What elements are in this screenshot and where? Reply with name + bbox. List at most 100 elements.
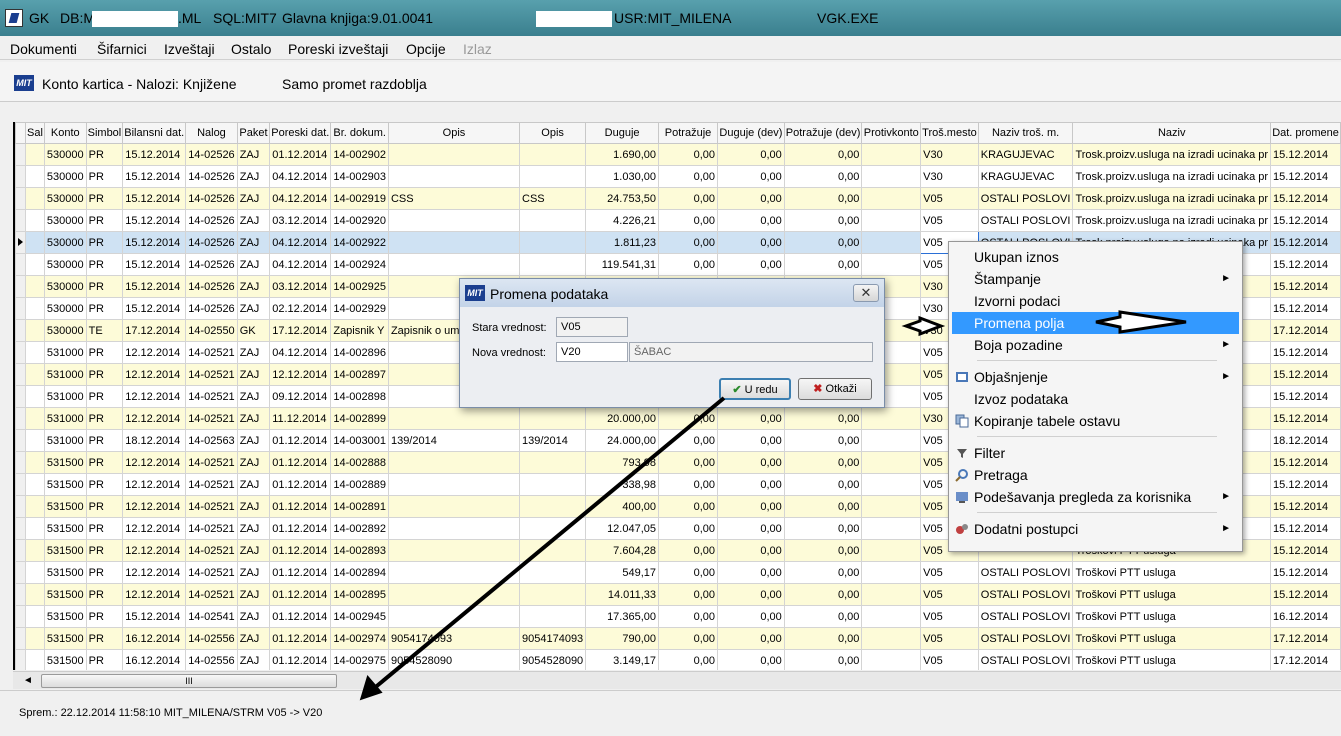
cell-potrdev[interactable]: 0,00 [783,649,863,670]
cell-brdok[interactable]: 14-002889 [330,473,389,496]
cell-duguje[interactable]: 3.149,17 [585,649,659,670]
cell-naziv[interactable]: Trosk.proizv.usluga na izradi ucinaka pr [1072,187,1272,210]
row-indicator[interactable] [15,143,26,166]
cell-dugdev[interactable]: 0,00 [717,627,785,650]
cell-datp[interactable]: 15.12.2014 [1270,473,1341,496]
row-indicator[interactable] [15,539,26,562]
cell-duguje[interactable]: 14.011,33 [585,583,659,606]
cell-paket[interactable]: ZAJ [236,363,271,386]
cell-datp[interactable]: 18.12.2014 [1270,429,1341,452]
cell-datp[interactable]: 15.12.2014 [1270,341,1341,364]
cell-dugdev[interactable]: 0,00 [717,451,785,474]
cell-simbol[interactable]: PR [85,187,124,210]
cell-dugdev[interactable]: 0,00 [717,539,785,562]
cell-paket[interactable]: ZAJ [236,143,271,166]
column-header[interactable]: Protivkonto [861,122,922,144]
menu-item-ukupan-iznos[interactable]: Ukupan iznos [952,246,1239,268]
cell-simbol[interactable]: PR [85,429,124,452]
cell-pdat[interactable]: 01.12.2014 [269,649,332,670]
cell-potr[interactable]: 0,00 [657,649,719,670]
column-header[interactable]: Potražuje [657,122,719,144]
ok-button[interactable]: ✔ U redu [719,378,791,400]
cell-paket[interactable]: ZAJ [236,385,271,408]
row-indicator[interactable] [15,429,26,452]
cell-duguje[interactable]: 338,98 [585,473,659,496]
cell-dugdev[interactable]: 0,00 [717,187,785,210]
cell-brdok[interactable]: 14-002925 [330,275,389,298]
column-header[interactable]: Naziv troš. m. [977,122,1074,144]
cell-paket[interactable]: ZAJ [236,297,271,320]
table-row[interactable]: 530000 PR 15.12.2014 14-02526 ZAJ 01.12.2014 1… [15,143,1341,166]
cell-trosm[interactable]: V05 [920,605,979,628]
menu-item-filter[interactable]: Filter [952,442,1239,464]
cell-duguje[interactable]: 24.753,50 [585,187,659,210]
cell-trosm[interactable]: V05 [920,561,979,584]
cell-opis2[interactable] [518,561,587,584]
cell-bdat[interactable]: 15.12.2014 [122,165,187,188]
cell-opis1[interactable]: CSS [387,187,521,210]
cell-brdok[interactable]: 14-002945 [330,605,389,628]
cell-sal[interactable] [25,583,45,606]
cell-datp[interactable]: 15.12.2014 [1270,517,1341,540]
cell-duguje[interactable]: 17.365,00 [585,605,659,628]
cell-konto[interactable]: 531500 [43,605,87,628]
cell-paket[interactable]: ZAJ [236,253,271,276]
cell-paket[interactable]: ZAJ [236,231,271,254]
cell-sal[interactable] [25,517,45,540]
cell-pdat[interactable]: 04.12.2014 [269,253,332,276]
cell-trosm[interactable]: V05 [920,627,979,650]
cell-datp[interactable]: 15.12.2014 [1270,363,1341,386]
cell-potrdev[interactable]: 0,00 [783,429,863,452]
cell-potr[interactable]: 0,00 [657,231,719,254]
cell-bdat[interactable]: 15.12.2014 [122,231,187,254]
cell-konto[interactable]: 531500 [43,473,87,496]
cell-opis2[interactable] [518,539,587,562]
cell-pdat[interactable]: 03.12.2014 [269,275,332,298]
cell-paket[interactable]: ZAJ [236,275,271,298]
cell-potr[interactable]: 0,00 [657,495,719,518]
cell-sal[interactable] [25,341,45,364]
cell-konto[interactable]: 530000 [43,143,87,166]
row-indicator[interactable] [15,451,26,474]
cell-nalog[interactable]: 14-02521 [185,473,238,496]
menu-dokumenti[interactable]: Dokumenti [10,41,77,57]
menu-ostalo[interactable]: Ostalo [231,41,271,57]
cell-trosm[interactable]: V05 [920,209,979,232]
cell-datp[interactable]: 15.12.2014 [1270,583,1341,606]
cell-opis1[interactable] [387,473,521,496]
cell-bdat[interactable]: 12.12.2014 [122,583,187,606]
cell-dugdev[interactable]: 0,00 [717,583,785,606]
cell-prot[interactable] [861,429,922,452]
cell-dugdev[interactable]: 0,00 [717,209,785,232]
cell-potr[interactable]: 0,00 [657,473,719,496]
cell-opis1[interactable]: 139/2014 [387,429,521,452]
cell-paket[interactable]: ZAJ [236,187,271,210]
cell-opis2[interactable] [518,209,587,232]
cell-dugdev[interactable]: 0,00 [717,165,785,188]
cell-sal[interactable] [25,275,45,298]
cell-potrdev[interactable]: 0,00 [783,165,863,188]
cell-potr[interactable]: 0,00 [657,143,719,166]
cell-brdok[interactable]: 14-002975 [330,649,389,670]
cell-pdat[interactable]: 04.12.2014 [269,341,332,364]
cell-nalog[interactable]: 14-02526 [185,187,238,210]
cell-dugdev[interactable]: 0,00 [717,407,785,430]
cell-duguje[interactable]: 790,00 [585,627,659,650]
cell-sal[interactable] [25,649,45,670]
row-indicator[interactable] [15,649,26,670]
cell-opis1[interactable] [387,561,521,584]
cell-duguje[interactable]: 400,00 [585,495,659,518]
cell-bdat[interactable]: 17.12.2014 [122,319,187,342]
cell-konto[interactable]: 530000 [43,187,87,210]
cell-simbol[interactable]: PR [85,165,124,188]
cell-brdok[interactable]: 14-002895 [330,583,389,606]
cell-potr[interactable]: 0,00 [657,429,719,452]
cell-nalog[interactable]: 14-02526 [185,253,238,276]
cell-sal[interactable] [25,429,45,452]
menu-izvestaji[interactable]: Izveštaji [164,41,215,57]
cell-opis2[interactable]: 9054528090 [518,649,587,670]
cell-nalog[interactable]: 14-02526 [185,165,238,188]
cell-prot[interactable] [861,539,922,562]
cell-paket[interactable]: ZAJ [236,539,271,562]
cell-prot[interactable] [861,561,922,584]
